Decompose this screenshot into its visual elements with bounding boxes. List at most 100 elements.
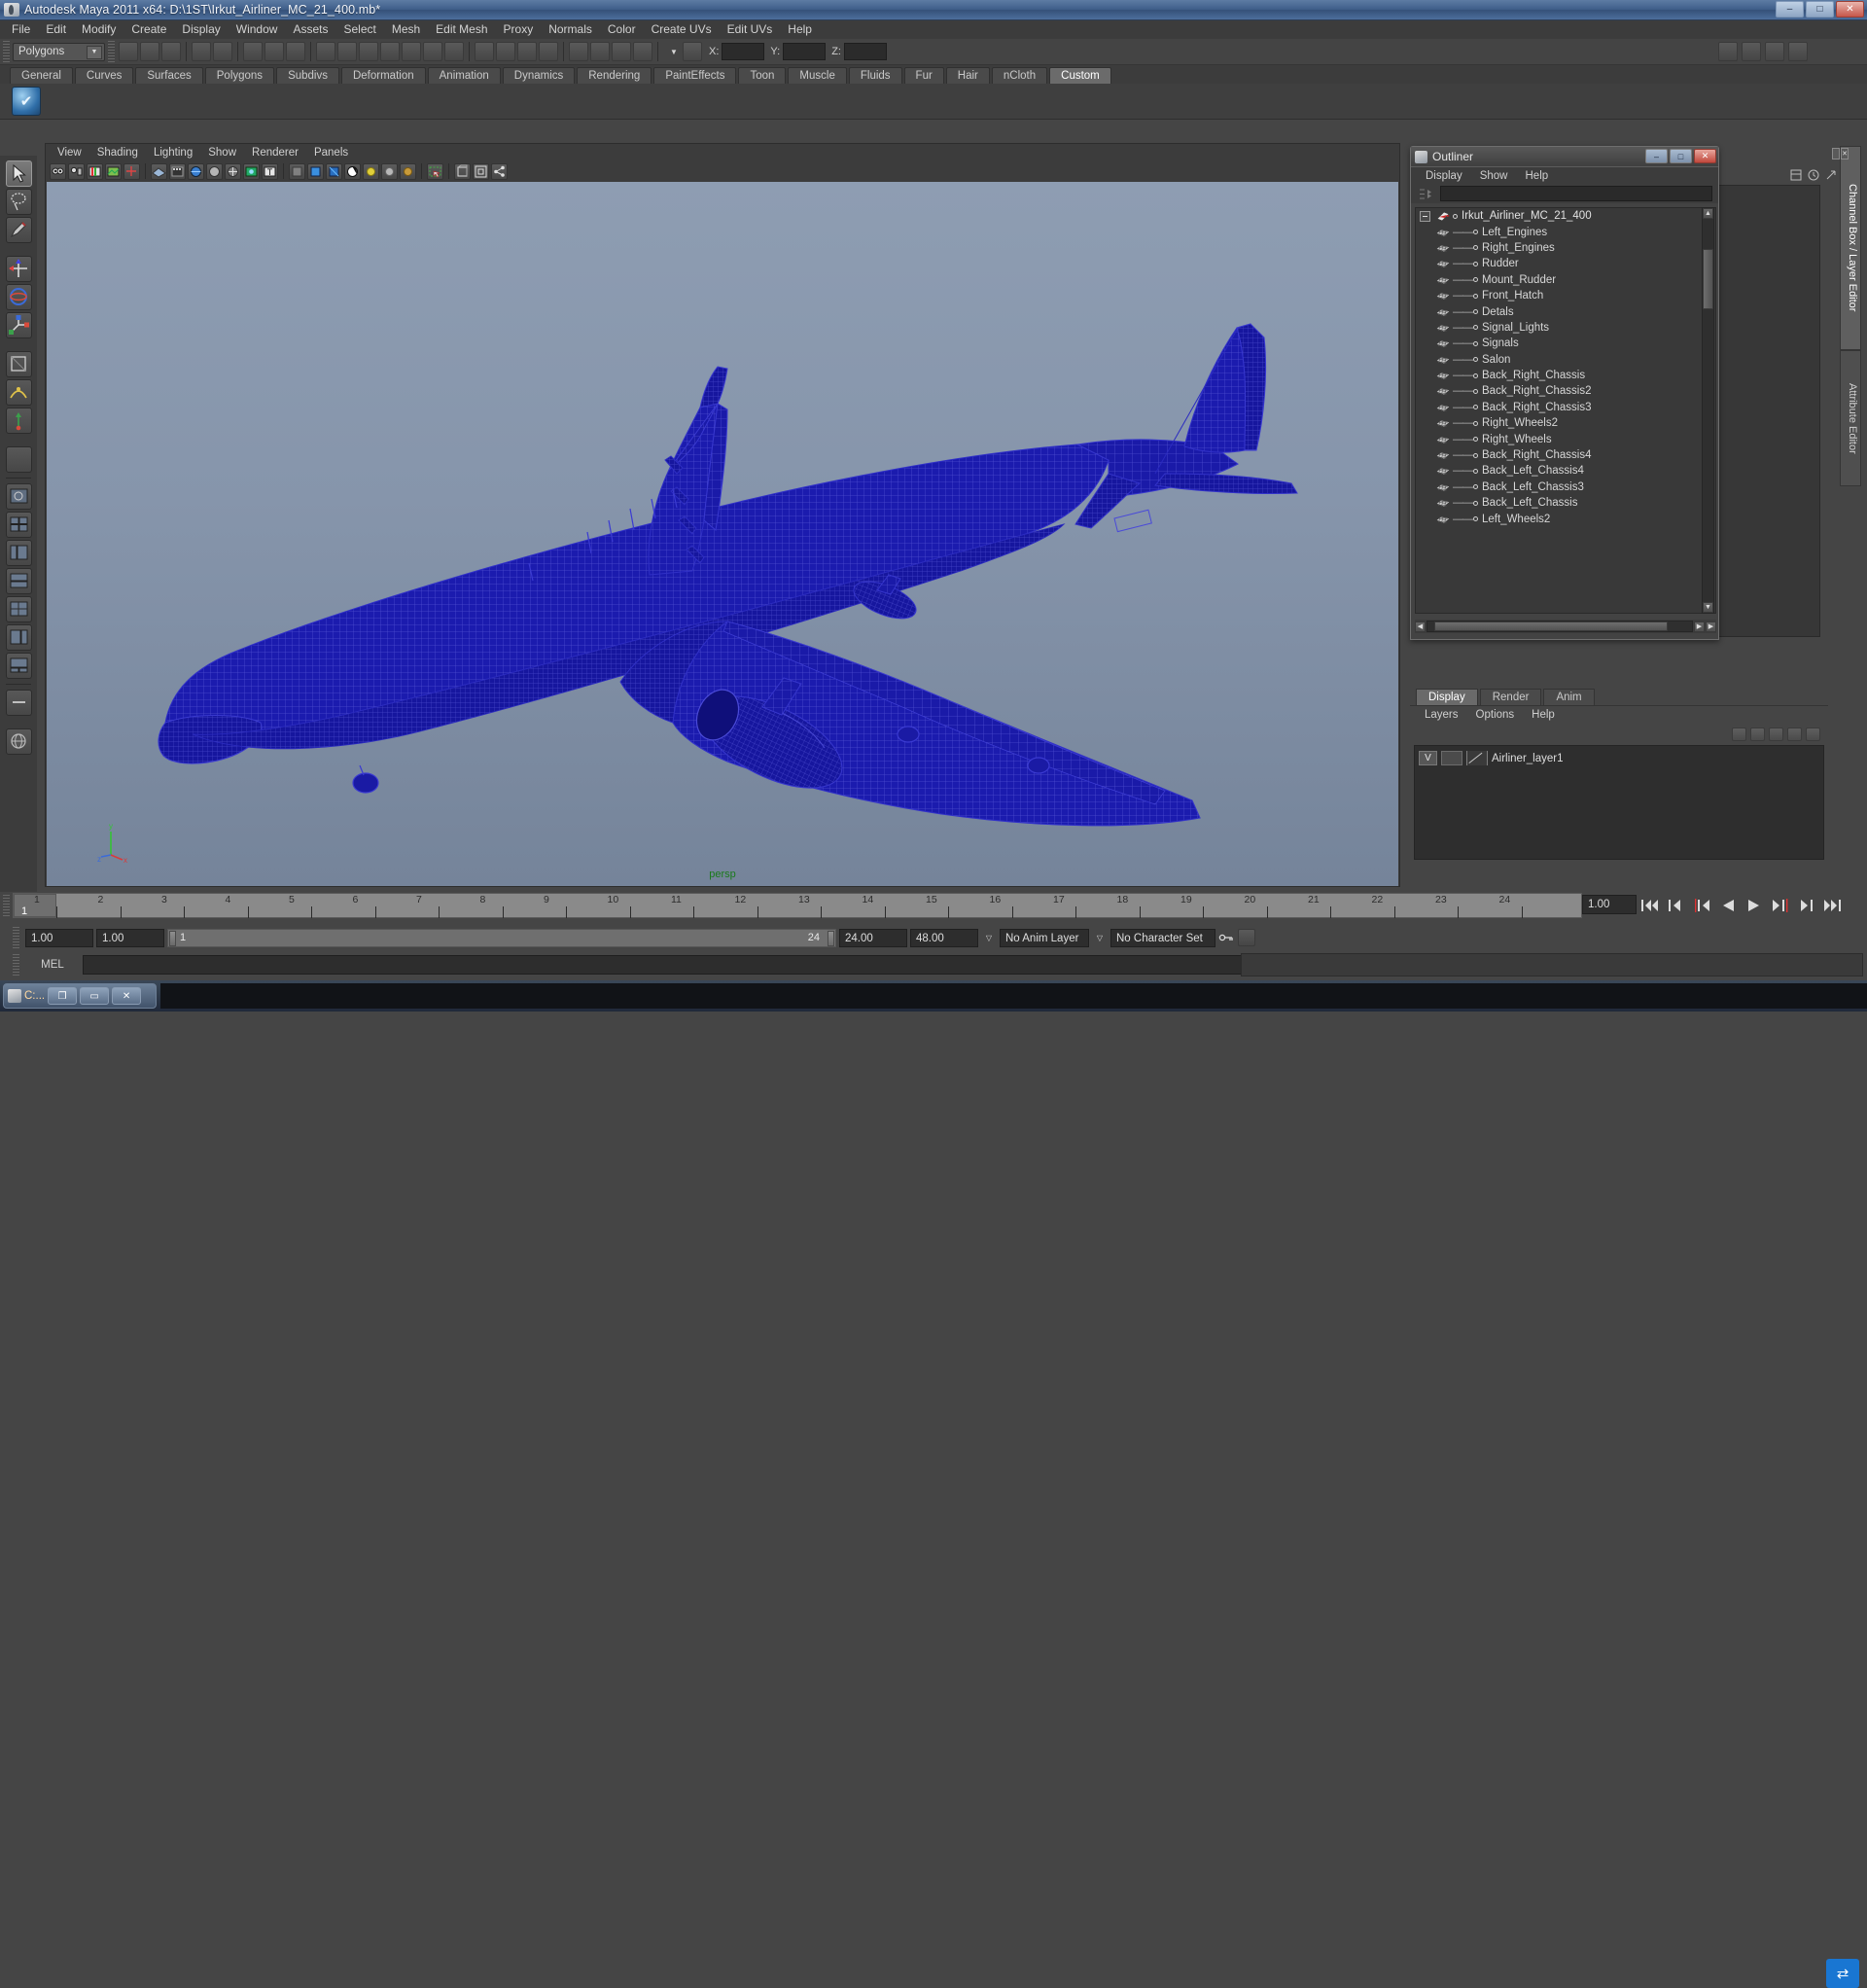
menu-file[interactable]: File bbox=[4, 20, 38, 39]
layer-tab-display[interactable]: Display bbox=[1416, 689, 1478, 705]
y-field[interactable] bbox=[783, 43, 827, 60]
outliner-item[interactable]: —— Signal_Lights bbox=[1416, 320, 1715, 336]
scroll-up-arrow-icon[interactable]: ▲ bbox=[1703, 208, 1713, 219]
paint-effects-globe-icon[interactable] bbox=[5, 728, 32, 755]
layer-list[interactable]: V Airliner_layer1 bbox=[1414, 745, 1824, 860]
layer-playback-toggle[interactable] bbox=[1441, 751, 1462, 765]
shelf-tab-animation[interactable]: Animation bbox=[427, 67, 501, 84]
last-tool-used-icon[interactable] bbox=[5, 446, 32, 473]
xray-shading-icon[interactable] bbox=[289, 162, 305, 180]
select-objects-in-layer-icon[interactable] bbox=[1769, 728, 1783, 741]
outliner-item[interactable]: —— Left_Wheels2 bbox=[1416, 511, 1715, 526]
scroll-right-arrow-icon-2[interactable]: ▶ bbox=[1706, 621, 1716, 632]
shelf-tab-deformation[interactable]: Deformation bbox=[340, 67, 426, 84]
collapse-layout-icon[interactable] bbox=[5, 690, 32, 716]
soft-modification-tool-icon[interactable] bbox=[5, 379, 32, 406]
shelf-tab-rendering[interactable]: Rendering bbox=[577, 67, 652, 84]
shelf-tab-curves[interactable]: Curves bbox=[74, 67, 134, 84]
hscroll-track[interactable] bbox=[1427, 621, 1693, 632]
anim-layer-field[interactable]: No Anim Layer bbox=[1000, 928, 1089, 947]
layer-color-swatch[interactable] bbox=[1466, 751, 1488, 765]
menu-assets[interactable]: Assets bbox=[285, 20, 335, 39]
show-hide-sidebar-icon[interactable] bbox=[1718, 42, 1738, 61]
show-hide-tool-settings-icon[interactable] bbox=[1765, 42, 1784, 61]
menu-create[interactable]: Create bbox=[123, 20, 174, 39]
shadows-icon[interactable] bbox=[400, 162, 416, 180]
three-pane-layout-icon[interactable] bbox=[5, 653, 32, 679]
text-display-icon[interactable]: T bbox=[262, 162, 278, 180]
layer-menu-layers[interactable]: Layers bbox=[1416, 709, 1467, 721]
mel-grip[interactable] bbox=[13, 954, 19, 976]
clock-icon[interactable] bbox=[1807, 168, 1820, 182]
layer-row[interactable]: V Airliner_layer1 bbox=[1419, 750, 1819, 766]
select-tool-icon[interactable] bbox=[5, 160, 32, 187]
window-maximize-button[interactable]: □ bbox=[1806, 1, 1834, 18]
wireframe-shading-icon[interactable] bbox=[188, 162, 204, 180]
step-forward-key-icon[interactable] bbox=[1797, 898, 1816, 913]
move-tool-icon[interactable] bbox=[5, 256, 32, 282]
range-start-handle[interactable] bbox=[169, 930, 176, 946]
channel-box-toggle-icon[interactable] bbox=[1789, 168, 1803, 182]
menu-color[interactable]: Color bbox=[600, 20, 644, 39]
show-hide-channel-box-icon[interactable] bbox=[1788, 42, 1808, 61]
shelf-tab-fur[interactable]: Fur bbox=[903, 67, 944, 84]
outliner-item[interactable]: —— Salon bbox=[1416, 352, 1715, 368]
new-layer-icon[interactable] bbox=[1732, 728, 1746, 741]
two-d-pan-zoom-icon[interactable] bbox=[123, 162, 140, 180]
mask-deformations-icon[interactable] bbox=[402, 42, 421, 61]
step-back-frame-icon[interactable] bbox=[1692, 898, 1711, 913]
viewport-menu-view[interactable]: View bbox=[50, 147, 89, 159]
menu-window[interactable]: Window bbox=[229, 20, 286, 39]
side-tab-channel-box[interactable]: Channel Box / Layer Editor bbox=[1840, 146, 1861, 350]
layer-visibility-toggle[interactable]: V bbox=[1419, 751, 1437, 765]
select-by-component-icon[interactable] bbox=[286, 42, 305, 61]
filter-expand-icon[interactable] bbox=[1417, 187, 1436, 201]
menu-edit[interactable]: Edit bbox=[38, 20, 74, 39]
lasso-tool-icon[interactable] bbox=[5, 189, 32, 215]
paint-select-tool-icon[interactable] bbox=[5, 217, 32, 243]
animation-preferences-icon[interactable] bbox=[1238, 929, 1255, 946]
outliner-item[interactable]: —— Back_Right_Chassis bbox=[1416, 368, 1715, 383]
construction-history-icon[interactable] bbox=[569, 42, 588, 61]
outliner-close-button[interactable]: ✕ bbox=[1694, 149, 1716, 163]
menu-normals[interactable]: Normals bbox=[541, 20, 600, 39]
menu-proxy[interactable]: Proxy bbox=[496, 20, 542, 39]
scroll-left-arrow-icon[interactable]: ◀ bbox=[1415, 621, 1426, 632]
menu-select[interactable]: Select bbox=[335, 20, 383, 39]
outliner-search-input[interactable] bbox=[1440, 186, 1712, 201]
range-end-handle[interactable] bbox=[828, 930, 834, 946]
menu-create-uvs[interactable]: Create UVs bbox=[644, 20, 720, 39]
anim-start-field[interactable]: 1.00 bbox=[25, 928, 93, 947]
single-perspective-layout-icon[interactable] bbox=[5, 483, 32, 510]
layer-tab-render[interactable]: Render bbox=[1479, 689, 1542, 705]
persp-graph-layout-icon[interactable] bbox=[5, 568, 32, 594]
save-scene-icon[interactable] bbox=[161, 42, 181, 61]
outliner-minimize-button[interactable]: – bbox=[1645, 149, 1668, 163]
outliner-item[interactable]: —— Mount_Rudder bbox=[1416, 272, 1715, 288]
bookmarks-icon[interactable] bbox=[87, 162, 103, 180]
window-minimize-button[interactable]: – bbox=[1776, 1, 1804, 18]
select-by-object-icon[interactable] bbox=[264, 42, 284, 61]
outliner-item[interactable]: —— Detals bbox=[1416, 303, 1715, 319]
step-forward-frame-icon[interactable] bbox=[1771, 898, 1790, 913]
layer-tab-anim[interactable]: Anim bbox=[1543, 689, 1595, 705]
go-to-end-icon[interactable] bbox=[1823, 898, 1843, 913]
smooth-shade-all-icon[interactable] bbox=[326, 162, 342, 180]
range-grip[interactable] bbox=[13, 927, 19, 948]
open-scene-icon[interactable] bbox=[140, 42, 159, 61]
input-mode-chevron-icon[interactable]: ▼ bbox=[666, 43, 682, 60]
layer-up-icon[interactable] bbox=[1787, 728, 1802, 741]
outliner-vertical-scrollbar[interactable]: ▲ ▼ bbox=[1702, 207, 1714, 614]
outliner-item[interactable]: —— Right_Engines bbox=[1416, 240, 1715, 256]
taskbar-close-button[interactable]: ✕ bbox=[112, 987, 142, 1005]
redo-icon[interactable] bbox=[213, 42, 232, 61]
mask-joints-icon[interactable] bbox=[337, 42, 357, 61]
exposure-icon[interactable] bbox=[473, 162, 489, 180]
shelf-tab-muscle[interactable]: Muscle bbox=[788, 67, 847, 84]
window-close-button[interactable]: ✕ bbox=[1836, 1, 1864, 18]
viewport-menu-lighting[interactable]: Lighting bbox=[146, 147, 200, 159]
character-set-field[interactable]: No Character Set bbox=[1110, 928, 1215, 947]
viewport-canvas[interactable]: persp y z x bbox=[47, 182, 1398, 886]
menu-edit-mesh[interactable]: Edit Mesh bbox=[428, 20, 495, 39]
film-gate-icon[interactable] bbox=[169, 162, 186, 180]
